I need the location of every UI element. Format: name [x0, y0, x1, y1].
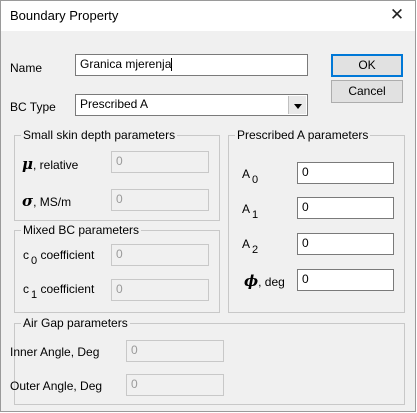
a1-subscript: 1 [252, 209, 259, 221]
c0-label: c0 coefficient [23, 248, 95, 267]
a0-prefix: A [242, 167, 251, 181]
c1-text: coefficient [40, 282, 95, 296]
a2-subscript: 2 [252, 244, 259, 256]
a2-label: A2 [242, 237, 258, 256]
sigma-symbol: σ [22, 192, 34, 210]
c0-prefix: c [23, 248, 29, 262]
c1-subscript: 1 [31, 289, 38, 301]
phi-symbol: ϕ [244, 272, 259, 290]
title-bar: Boundary Property ✕ [1, 1, 415, 31]
inner-angle-input[interactable]: 0 [126, 340, 224, 362]
sigma-label-text: , MS/m [33, 195, 72, 209]
name-label: Name [10, 61, 43, 75]
air-gap-title: Air Gap parameters [21, 316, 130, 330]
a0-subscript: 0 [252, 174, 259, 186]
c1-coefficient-input[interactable]: 0 [111, 279, 209, 301]
text-cursor [171, 58, 173, 72]
bc-type-value: Prescribed A [80, 97, 149, 111]
a1-input[interactable]: 0 [297, 197, 394, 219]
c0-subscript: 0 [31, 255, 38, 267]
mu-symbol: μ [22, 155, 33, 173]
ok-button[interactable]: OK [331, 54, 403, 77]
close-icon[interactable]: ✕ [383, 2, 411, 28]
outer-angle-input[interactable]: 0 [126, 374, 224, 396]
mixed-bc-title: Mixed BC parameters [21, 223, 142, 237]
boundary-property-dialog: Boundary Property ✕ Name Granica mjerenj… [0, 0, 416, 412]
c0-text: coefficient [40, 248, 95, 262]
a0-input[interactable]: 0 [297, 162, 394, 184]
c1-prefix: c [23, 282, 29, 296]
a1-label: A1 [242, 202, 258, 221]
chevron-down-icon[interactable] [288, 96, 306, 114]
inner-angle-label: Inner Angle, Deg [10, 345, 100, 359]
outer-angle-label: Outer Angle, Deg [10, 379, 103, 393]
sigma-label: σ, MS/m [22, 192, 71, 210]
window-title: Boundary Property [10, 8, 119, 23]
a2-prefix: A [242, 237, 251, 251]
a2-input[interactable]: 0 [297, 233, 394, 255]
mu-relative-input[interactable]: 0 [111, 151, 209, 173]
a0-label: A0 [242, 167, 258, 186]
c1-label: c1 coefficient [23, 282, 95, 301]
phi-label: ϕ, deg [244, 272, 285, 290]
bc-type-label: BC Type [10, 100, 56, 114]
name-input-value: Granica mjerenja [80, 57, 172, 71]
cancel-button[interactable]: Cancel [331, 80, 403, 103]
bc-type-select[interactable]: Prescribed A [75, 94, 308, 116]
phi-label-text: , deg [258, 275, 285, 289]
a1-prefix: A [242, 202, 251, 216]
name-input[interactable]: Granica mjerenja [75, 54, 308, 76]
prescribed-a-title: Prescribed A parameters [235, 128, 371, 142]
sigma-input[interactable]: 0 [111, 189, 209, 211]
mu-label: μ, relative [22, 155, 78, 173]
mu-label-text: , relative [32, 158, 79, 172]
small-skin-depth-title: Small skin depth parameters [21, 128, 178, 142]
c0-coefficient-input[interactable]: 0 [111, 244, 209, 266]
phi-input[interactable]: 0 [297, 269, 394, 291]
